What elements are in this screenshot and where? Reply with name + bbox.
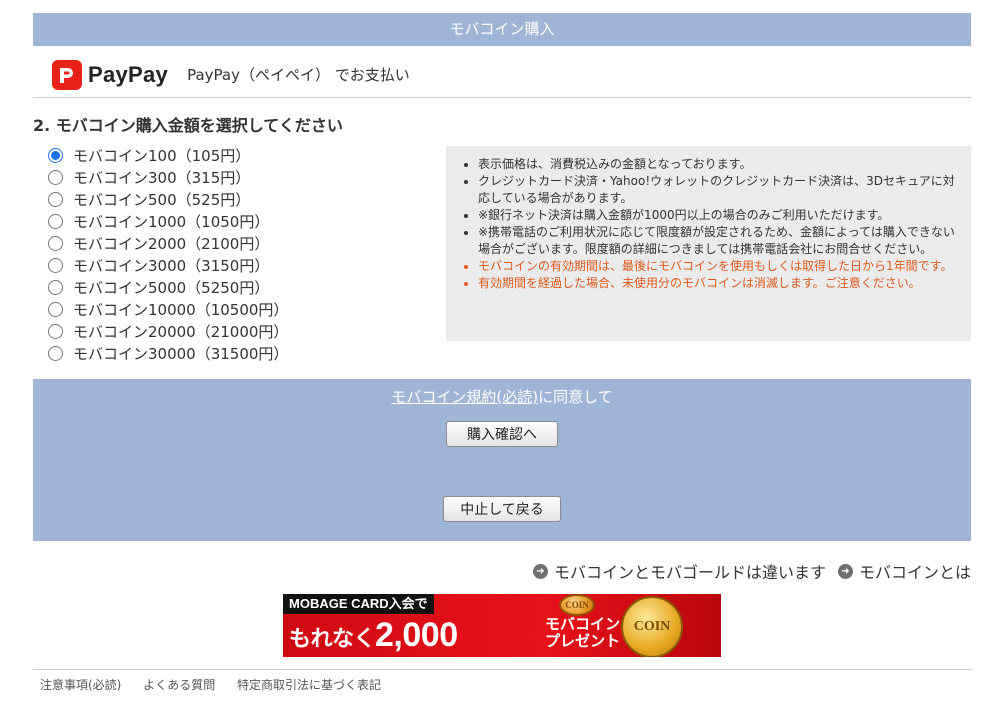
agreement-text: モバコイン規約(必読)に同意して xyxy=(33,386,971,407)
link-about-coin[interactable]: ➜ モバコインとは xyxy=(837,559,971,583)
payment-method-row: PayPay PayPay（ペイペイ） でお支払い xyxy=(33,52,971,98)
terms-link[interactable]: モバコイン規約(必読) xyxy=(391,388,538,406)
banner-top-text: MOBAGE CARD入会で xyxy=(283,594,434,614)
coin-icon: COIN xyxy=(621,596,683,657)
banner-side-line1: モバコイン xyxy=(545,616,621,633)
amount-option[interactable]: モバコイン300（315円） xyxy=(48,166,288,188)
agreement-panel: モバコイン規約(必読)に同意して 購入確認へ 中止して戻る xyxy=(33,379,971,541)
amount-options: モバコイン100（105円） モバコイン300（315円） モバコイン500（5… xyxy=(48,144,288,364)
note-item-warning: モバコインの有効期間は、最後にモバコインを使用もしくは取得した日から1年間です。 xyxy=(478,258,957,275)
option-label: モバコイン100（105円） xyxy=(73,146,251,165)
option-label: モバコイン10000（10500円） xyxy=(73,300,289,319)
note-item: 表示価格は、消費税込みの金額となっております。 xyxy=(478,156,957,173)
footer-link-notes[interactable]: 注意事項(必読) xyxy=(40,678,121,692)
banner-side-line2: プレゼント xyxy=(545,633,621,650)
arrow-circle-icon: ➜ xyxy=(837,563,853,579)
amount-option[interactable]: モバコイン2000（2100円） xyxy=(48,232,288,254)
option-label: モバコイン30000（31500円） xyxy=(73,344,289,363)
amount-option[interactable]: モバコイン30000（31500円） xyxy=(48,342,288,364)
banner-main-text: もれなく2,000 xyxy=(289,614,458,657)
note-item: クレジットカード決済・Yahoo!ウォレットのクレジットカード決済は、3Dセキュ… xyxy=(478,173,957,207)
link-label: モバコインとモバゴールドは違います xyxy=(553,563,826,582)
option-label: モバコイン3000（3150円） xyxy=(73,256,270,275)
option-label: モバコイン300（315円） xyxy=(73,168,251,187)
confirm-purchase-button[interactable]: 購入確認へ xyxy=(446,421,558,447)
promo-banner[interactable]: MOBAGE CARD入会で もれなく2,000 モバコイン プレゼント COI… xyxy=(283,594,721,657)
amount-option[interactable]: モバコイン5000（5250円） xyxy=(48,276,288,298)
small-coin-icon: COIN xyxy=(559,594,595,616)
note-item-warning: 有効期間を経過した場合、未使用分のモバコインは消滅します。ご注意ください。 xyxy=(478,275,957,292)
radio-button[interactable] xyxy=(48,235,63,251)
note-item: ※銀行ネット決済は購入金額が1000円以上の場合のみご利用いただけます。 xyxy=(478,207,957,224)
footer-link-faq[interactable]: よくある質問 xyxy=(143,678,215,692)
amount-option[interactable]: モバコイン500（525円） xyxy=(48,188,288,210)
payment-description: PayPay（ペイペイ） でお支払い xyxy=(187,66,410,84)
banner-main-prefix: もれなく xyxy=(289,626,376,651)
amount-option[interactable]: モバコイン10000（10500円） xyxy=(48,298,288,320)
info-links: ➜ モバコインとモバゴールドは違います ➜ モバコインとは xyxy=(521,559,971,583)
arrow-circle-icon: ➜ xyxy=(532,563,548,579)
banner-side-text: モバコイン プレゼント xyxy=(545,616,625,650)
radio-button[interactable] xyxy=(48,169,63,185)
radio-button[interactable] xyxy=(48,345,63,361)
section-title: 2. モバコイン購入金額を選択してください xyxy=(33,116,343,135)
radio-button[interactable] xyxy=(48,301,63,317)
amount-option[interactable]: モバコイン100（105円） xyxy=(48,144,288,166)
radio-button[interactable] xyxy=(48,279,63,295)
paypay-logo: PayPay xyxy=(52,59,169,90)
amount-option[interactable]: モバコイン1000（1050円） xyxy=(48,210,288,232)
footer-link-legal[interactable]: 特定商取引法に基づく表記 xyxy=(237,678,381,692)
radio-button[interactable] xyxy=(48,257,63,273)
radio-button[interactable] xyxy=(48,323,63,339)
footer-links: 注意事項(必読) よくある質問 特定商取引法に基づく表記 xyxy=(33,669,971,693)
amount-option[interactable]: モバコイン20000（21000円） xyxy=(48,320,288,342)
amount-option[interactable]: モバコイン3000（3150円） xyxy=(48,254,288,276)
option-label: モバコイン500（525円） xyxy=(73,190,251,209)
note-item: ※携帯電話のご利用状況に応じて限度額が設定されるため、金額によっては購入できない… xyxy=(478,224,957,258)
link-coin-vs-gold[interactable]: ➜ モバコインとモバゴールドは違います xyxy=(532,559,826,583)
option-label: モバコイン20000（21000円） xyxy=(73,322,289,341)
page-title: モバコイン購入 xyxy=(449,20,555,38)
radio-button[interactable] xyxy=(48,147,63,163)
radio-button[interactable] xyxy=(48,191,63,207)
page-header: モバコイン購入 xyxy=(33,13,971,46)
radio-button[interactable] xyxy=(48,213,63,229)
option-label: モバコイン1000（1050円） xyxy=(73,212,270,231)
paypay-wordmark: PayPay xyxy=(88,61,169,87)
link-label: モバコインとは xyxy=(858,563,971,582)
notes-list: 表示価格は、消費税込みの金額となっております。 クレジットカード決済・Yahoo… xyxy=(460,156,957,292)
option-label: モバコイン5000（5250円） xyxy=(73,278,270,297)
cancel-back-button[interactable]: 中止して戻る xyxy=(443,496,561,522)
notes-box: 表示価格は、消費税込みの金額となっております。 クレジットカード決済・Yahoo… xyxy=(446,146,971,341)
agreement-suffix: に同意して xyxy=(538,388,613,406)
banner-main-amount: 2,000 xyxy=(375,616,458,654)
option-label: モバコイン2000（2100円） xyxy=(73,234,270,253)
paypay-mark-icon xyxy=(52,59,82,90)
